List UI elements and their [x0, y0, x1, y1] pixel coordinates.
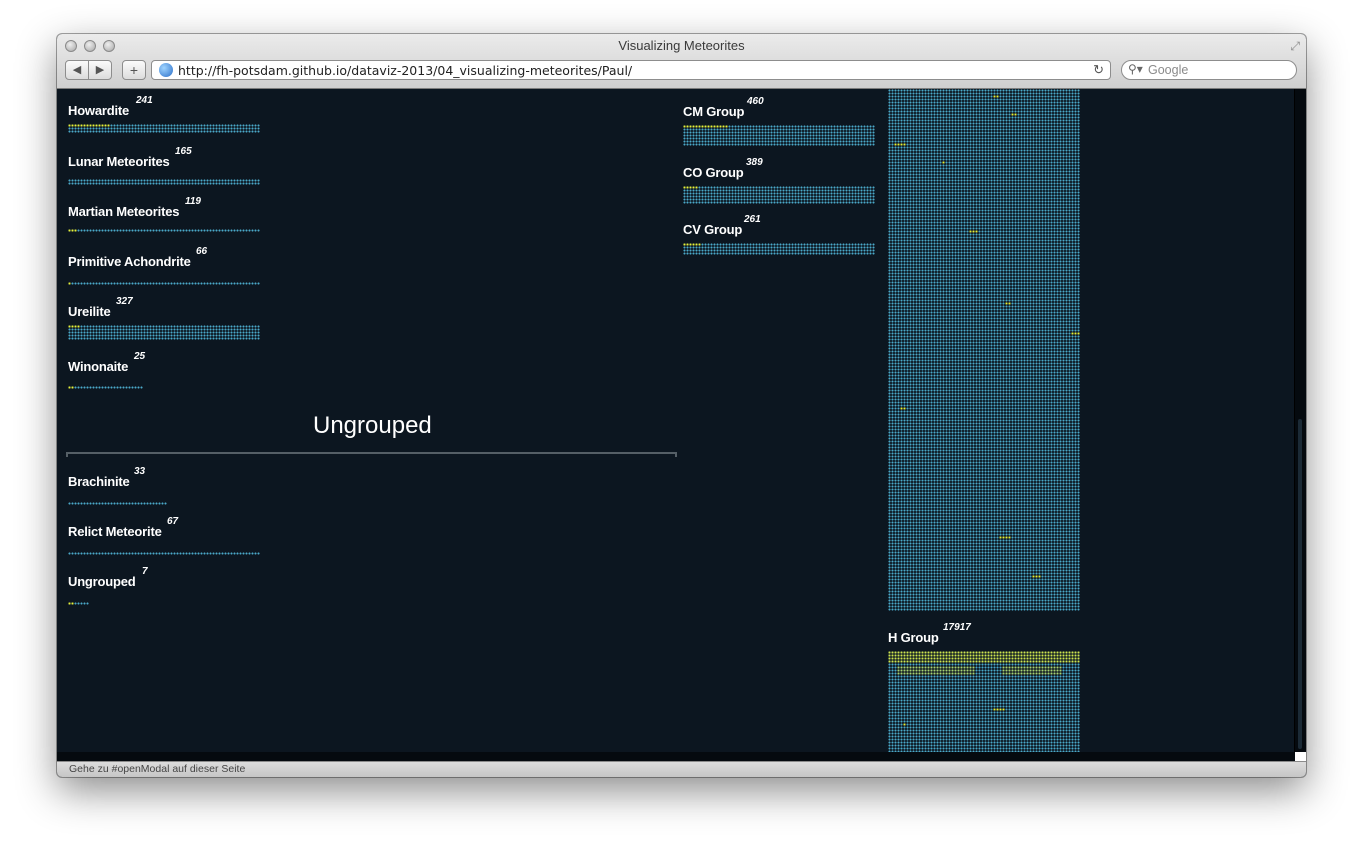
highlight-dots [1005, 302, 1011, 305]
dot-grid-cv[interactable] [683, 243, 875, 255]
address-bar[interactable]: http://fh-potsdam.github.io/dataviz-2013… [151, 60, 1111, 80]
dot-grid-co[interactable] [683, 186, 875, 204]
highlight-dots [1032, 575, 1041, 578]
group-label-cv: CV Group [683, 222, 743, 237]
dot-grid-winonaite[interactable] [68, 386, 143, 389]
search-field[interactable]: ⚲▾ Google [1121, 60, 1297, 80]
highlight-dots [68, 386, 74, 389]
title-bar: Visualizing Meteorites ⤢ ◀ ▶ + http://fh… [57, 34, 1306, 89]
back-button[interactable]: ◀ [65, 60, 89, 80]
group-label-winonaite: Winonaite [68, 359, 129, 374]
group-label-co: CO Group [683, 165, 744, 180]
highlight-dots [894, 143, 906, 146]
highlight-dots [969, 230, 978, 233]
highlight-dots [68, 229, 77, 232]
search-icon: ⚲▾ [1128, 62, 1143, 76]
dot-grid-martian[interactable] [68, 229, 260, 232]
group-label-primitive-achondrite: Primitive Achondrite [68, 254, 191, 269]
dot-grid-cm[interactable] [683, 125, 875, 146]
group-label-ureilite: Ureilite [68, 304, 111, 319]
highlight-dots [903, 723, 906, 726]
highlight-dots [683, 186, 698, 189]
window-title: Visualizing Meteorites [618, 38, 745, 53]
group-count-co: 389 [746, 157, 763, 168]
highlight-dots [897, 666, 975, 675]
scrollbar-thumb[interactable] [1298, 419, 1302, 749]
highlight-dots [68, 602, 74, 605]
section-title-ungrouped: Ungrouped [313, 412, 432, 439]
highlight-dots [942, 161, 945, 164]
reload-icon[interactable]: ↻ [1093, 62, 1104, 78]
group-label-lunar: Lunar Meteorites [68, 154, 170, 169]
add-bookmark-button[interactable]: + [122, 60, 146, 80]
group-count-ureilite: 327 [116, 296, 133, 307]
search-placeholder: Google [1148, 63, 1189, 77]
group-count-martian: 119 [185, 196, 201, 207]
page-content: Howardite 241 Lunar Meteorites 165 Marti… [57, 89, 1306, 762]
highlight-dots [1011, 113, 1017, 116]
dot-grid-primitive-achondrite[interactable] [68, 282, 260, 285]
highlight-dots [993, 95, 999, 98]
group-count-cm: 460 [747, 96, 764, 107]
highlight-dots [888, 651, 1080, 663]
highlight-dots [683, 125, 728, 128]
group-count-lunar: 165 [175, 146, 192, 157]
forward-button[interactable]: ▶ [88, 60, 112, 80]
dot-grid-brachinite[interactable] [68, 502, 167, 505]
group-label-cm: CM Group [683, 104, 745, 119]
group-label-ungrouped: Ungrouped [68, 574, 136, 589]
group-count-relict-meteorite: 67 [167, 516, 179, 527]
group-label-brachinite: Brachinite [68, 474, 130, 489]
group-label-howardite: Howardite [68, 103, 130, 118]
dot-grid-relict-meteorite[interactable] [68, 552, 260, 555]
highlight-dots [1071, 332, 1080, 335]
highlight-dots [683, 243, 701, 246]
globe-icon [159, 63, 173, 77]
browser-window: Visualizing Meteorites ⤢ ◀ ▶ + http://fh… [57, 34, 1306, 777]
highlight-dots [999, 536, 1011, 539]
group-count-brachinite: 33 [134, 466, 146, 477]
highlight-dots [68, 282, 71, 285]
fullscreen-icon[interactable]: ⤢ [1290, 39, 1300, 54]
highlight-dots [900, 407, 906, 410]
status-text: Gehe zu #openModal auf dieser Seite [69, 763, 246, 775]
highlight-dots [68, 124, 110, 127]
group-label-relict-meteorite: Relict Meteorite [68, 524, 162, 539]
highlight-dots [993, 708, 1005, 711]
status-bar: Gehe zu #openModal auf dieser Seite [57, 761, 1306, 777]
dot-grid-large[interactable] [888, 89, 1080, 611]
group-label-martian: Martian Meteorites [68, 204, 180, 219]
highlight-dots [68, 325, 80, 328]
dot-grid-lunar[interactable] [68, 179, 260, 185]
dot-grid-ureilite[interactable] [68, 325, 260, 340]
group-count-ungrouped: 7 [142, 566, 148, 577]
url-text[interactable]: http://fh-potsdam.github.io/dataviz-2013… [178, 63, 632, 78]
group-count-h: 17917 [943, 622, 971, 633]
group-count-cv: 261 [744, 214, 761, 225]
section-divider [66, 452, 677, 457]
group-count-primitive-achondrite: 66 [196, 246, 208, 257]
highlight-dots [1002, 666, 1062, 675]
group-count-howardite: 241 [136, 95, 153, 106]
group-label-h: H Group [888, 630, 939, 645]
group-count-winonaite: 25 [134, 351, 146, 362]
vertical-scrollbar[interactable] [1294, 89, 1306, 752]
